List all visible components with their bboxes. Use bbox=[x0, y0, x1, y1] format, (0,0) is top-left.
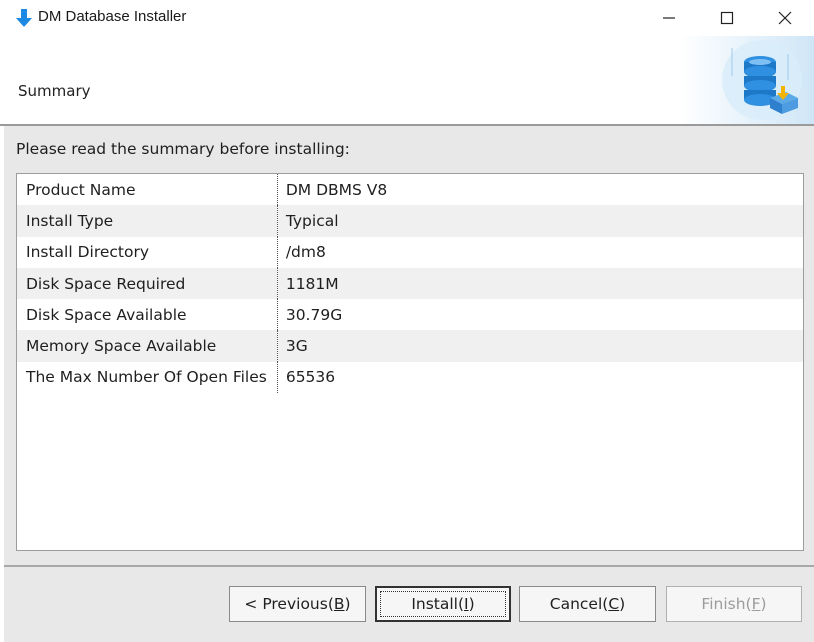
table-row[interactable]: Install Directory /dm8 bbox=[17, 236, 803, 268]
summary-value: 1181M bbox=[277, 267, 803, 300]
summary-value: 3G bbox=[277, 330, 803, 362]
minimize-button[interactable] bbox=[640, 0, 698, 36]
cancel-button[interactable]: Cancel(C) bbox=[519, 586, 656, 622]
table-row[interactable]: Memory Space Available 3G bbox=[17, 330, 803, 362]
summary-key: Disk Space Required bbox=[17, 267, 278, 300]
content-panel: Please read the summary before installin… bbox=[4, 126, 814, 565]
previous-label: < Previous(B) bbox=[244, 595, 351, 613]
finish-button: Finish(F) bbox=[666, 586, 802, 622]
window-title: DM Database Installer bbox=[38, 8, 187, 25]
focus-ring bbox=[380, 591, 506, 617]
summary-value: 65536 bbox=[285, 368, 336, 387]
minimize-icon bbox=[663, 17, 675, 19]
page-title: Summary bbox=[18, 82, 91, 100]
button-bar: < Previous(B) Install(I) Cancel(C) Finis… bbox=[4, 567, 814, 642]
table-row[interactable]: Product Name DM DBMS V8 bbox=[17, 174, 803, 206]
wizard-header: Summary bbox=[0, 36, 814, 124]
summary-key: The Max Number Of Open Files bbox=[17, 361, 278, 394]
summary-value: Typical bbox=[277, 205, 803, 237]
summary-key: Install Type bbox=[17, 205, 278, 237]
table-row[interactable]: The Max Number Of Open Files 65536 bbox=[17, 361, 803, 394]
instruction-text: Please read the summary before installin… bbox=[16, 140, 350, 158]
close-icon bbox=[778, 11, 792, 25]
database-install-icon bbox=[680, 36, 814, 124]
summary-value: /dm8 bbox=[285, 243, 326, 262]
summary-key: Disk Space Available bbox=[17, 299, 278, 331]
summary-key: Install Directory bbox=[17, 236, 278, 268]
maximize-button[interactable] bbox=[698, 0, 756, 36]
table-row[interactable]: Install Type Typical bbox=[17, 205, 803, 237]
summary-value: 30.79G bbox=[285, 305, 343, 324]
close-button[interactable] bbox=[756, 0, 814, 36]
maximize-icon bbox=[720, 11, 734, 25]
summary-value: DM DBMS V8 bbox=[285, 180, 388, 199]
summary-key: Memory Space Available bbox=[17, 330, 278, 362]
summary-table[interactable]: Product Name DM DBMS V8 Install Type Typ… bbox=[16, 173, 804, 551]
cancel-label: Cancel(C) bbox=[549, 595, 626, 613]
download-arrow-icon bbox=[14, 8, 34, 28]
previous-button[interactable]: < Previous(B) bbox=[229, 586, 366, 622]
install-button[interactable]: Install(I) bbox=[375, 586, 511, 622]
summary-key: Product Name bbox=[17, 174, 278, 206]
finish-label: Finish(F) bbox=[701, 595, 767, 613]
table-row[interactable]: Disk Space Available 30.79G bbox=[17, 299, 803, 331]
table-row[interactable]: Disk Space Required 1181M bbox=[17, 267, 803, 300]
title-bar: DM Database Installer bbox=[0, 0, 814, 36]
